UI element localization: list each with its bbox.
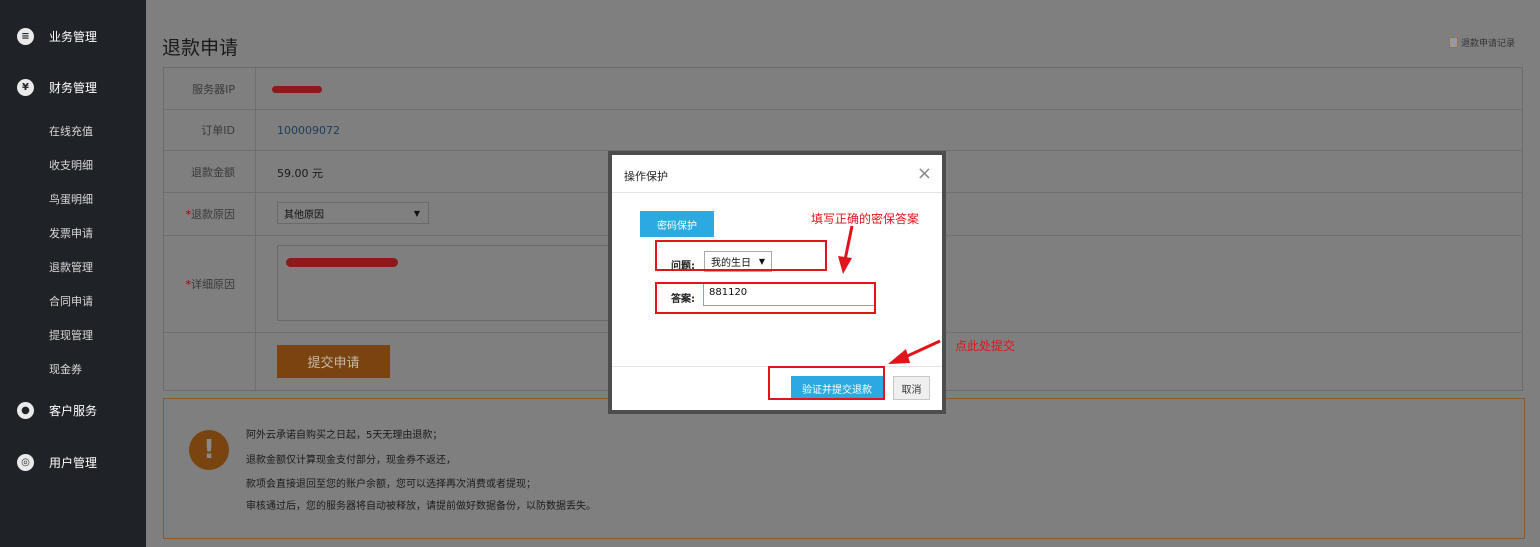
annotation-arrows (838, 225, 941, 364)
arrow-head-down (838, 256, 852, 274)
arrow-line (843, 225, 854, 261)
arrow-line (902, 339, 941, 360)
arrow-head-left (888, 349, 910, 364)
